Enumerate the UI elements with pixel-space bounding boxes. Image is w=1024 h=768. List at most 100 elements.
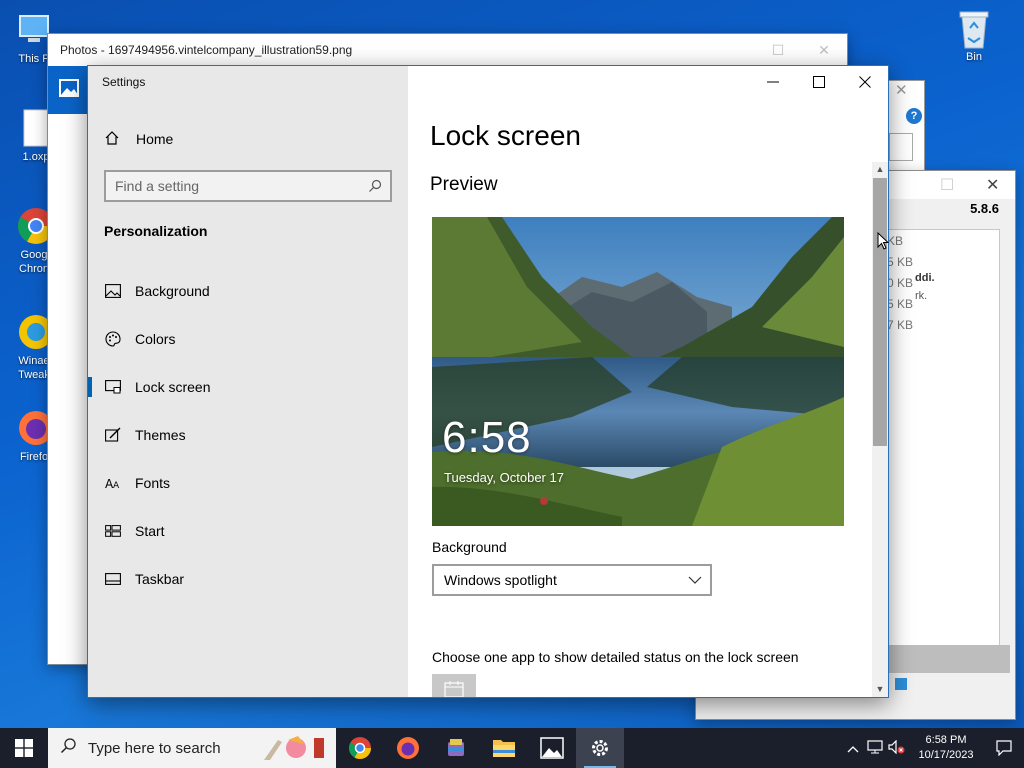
taskbar-settings[interactable] [576, 728, 624, 768]
close-icon[interactable]: ✕ [986, 175, 999, 195]
app-title: Settings [102, 75, 146, 89]
action-center-button[interactable] [984, 740, 1024, 756]
photos-icon [540, 737, 564, 759]
chevron-up-icon[interactable] [842, 741, 864, 756]
notification-icon [996, 740, 1012, 756]
file-size: 0 KB [887, 276, 914, 290]
taskbar: Type here to search 6:58 PM 10/17/2023 [0, 728, 1024, 768]
version-label: 5.8.6 [970, 201, 999, 216]
minimize-icon[interactable] [750, 66, 796, 98]
desktop-icon-label: Bin [966, 51, 982, 63]
system-tray: 6:58 PM 10/17/2023 [842, 728, 1024, 768]
winrar-icon [448, 739, 464, 756]
address-field[interactable] [889, 133, 913, 161]
search-icon[interactable] [368, 179, 382, 193]
preview-heading: Preview [430, 174, 498, 195]
svg-text:A: A [113, 481, 120, 490]
nav-item-start[interactable]: Start [88, 511, 408, 551]
background-dropdown-value: Windows spotlight [444, 572, 557, 588]
clock-date: 10/17/2023 [918, 749, 974, 761]
close-icon[interactable] [842, 66, 888, 98]
help-icon[interactable]: ? [906, 108, 922, 124]
file-size: 7 KB [887, 318, 914, 332]
taskbar-file-explorer[interactable] [480, 728, 528, 768]
search-icon [60, 738, 76, 758]
taskbar-chrome[interactable] [336, 728, 384, 768]
nav-item-label: Background [135, 283, 210, 299]
photos-title-bar[interactable]: Photos - 1697494956.vintelcompany_illust… [48, 34, 847, 66]
network-icon[interactable] [864, 739, 886, 757]
file-explorer-icon [493, 740, 515, 757]
windows-logo-icon [15, 739, 33, 757]
status-app-button[interactable] [432, 674, 476, 697]
settings-content: Lock screen Preview 6:58 Tuesday, Octobe… [408, 66, 888, 697]
brush-icon [104, 426, 122, 444]
status-bar [886, 645, 1010, 673]
taskbar-search-placeholder: Type here to search [88, 739, 221, 757]
preview-date: Tuesday, October 17 [444, 470, 564, 485]
scroll-down-icon[interactable]: ▼ [872, 682, 888, 696]
taskbar-winrar[interactable] [432, 728, 480, 768]
preview-time: 6:58 [442, 413, 532, 462]
info-text: ddi. [915, 272, 935, 284]
nav-item-lock-screen[interactable]: Lock screen [88, 367, 408, 407]
font-icon: AA [104, 474, 122, 492]
nav-item-label: Start [135, 523, 165, 539]
photos-window-title: Photos - 1697494956.vintelcompany_illust… [60, 43, 353, 57]
background-dropdown[interactable]: Windows spotlight [432, 564, 712, 596]
taskbar-photos[interactable] [528, 728, 576, 768]
maximize-icon[interactable]: ☐ [755, 34, 801, 64]
settings-sidebar: Settings Home Personalization Background [88, 66, 408, 697]
taskbar-icon [104, 570, 122, 588]
home-icon [104, 130, 120, 149]
taskbar-search-box[interactable]: Type here to search [48, 728, 336, 768]
desktop-icon-recycle-bin[interactable]: Bin [944, 8, 1004, 64]
volume-muted-icon[interactable] [886, 739, 908, 757]
maximize-icon[interactable] [796, 66, 842, 98]
settings-icon [592, 740, 608, 756]
nav-item-label: Colors [135, 331, 176, 347]
nav-item-label: Lock screen [135, 379, 211, 395]
search-highlight-icon [258, 734, 330, 766]
search-input[interactable] [115, 177, 355, 195]
settings-window[interactable]: Settings Home Personalization Background [87, 65, 889, 698]
nav-item-themes[interactable]: Themes [88, 415, 408, 455]
palette-icon [104, 330, 122, 348]
info-text: rk. [915, 290, 928, 302]
recycle-bin-icon [954, 8, 994, 49]
close-icon[interactable]: ✕ [801, 34, 847, 64]
scrollbar-thumb[interactable] [873, 178, 887, 446]
start-grid-icon [104, 522, 122, 540]
taskbar-clock[interactable]: 6:58 PM 10/17/2023 [908, 733, 984, 763]
background-label: Background [432, 539, 507, 555]
close-icon[interactable]: ✕ [895, 81, 908, 99]
detailed-status-label: Choose one app to show detailed status o… [432, 649, 799, 665]
maximize-icon[interactable]: ☐ [940, 175, 954, 195]
status-icon [894, 677, 908, 696]
start-button[interactable] [0, 728, 48, 768]
page-title: Lock screen [430, 120, 581, 151]
nav-item-background[interactable]: Background [88, 271, 408, 311]
file-list[interactable]: KB 5 KB 0 KB 5 KB 7 KB ddi. rk. [886, 229, 1000, 647]
scroll-up-icon[interactable]: ▲ [872, 162, 888, 176]
section-heading: Personalization [104, 223, 208, 239]
nav-item-colors[interactable]: Colors [88, 319, 408, 359]
picture-icon [104, 282, 122, 300]
nav-item-fonts[interactable]: AA Fonts [88, 463, 408, 503]
chrome-icon [349, 737, 371, 759]
nav-item-taskbar[interactable]: Taskbar [88, 559, 408, 599]
nav-item-label: Taskbar [135, 571, 185, 587]
lock-screen-preview: 6:58 Tuesday, October 17 [432, 217, 844, 526]
find-setting-search[interactable] [104, 170, 392, 202]
clock-time: 6:58 PM [925, 734, 967, 746]
lock-screen-icon [104, 378, 122, 396]
calendar-icon [444, 680, 464, 697]
nav-home[interactable]: Home [104, 128, 173, 150]
file-size: 5 KB [887, 255, 914, 269]
nav-item-label: Themes [135, 427, 186, 443]
taskbar-firefox[interactable] [384, 728, 432, 768]
mouse-cursor-icon [877, 231, 890, 255]
file-size: KB [887, 234, 904, 248]
chevron-down-icon [688, 573, 702, 590]
photos-app-icon [48, 66, 90, 114]
